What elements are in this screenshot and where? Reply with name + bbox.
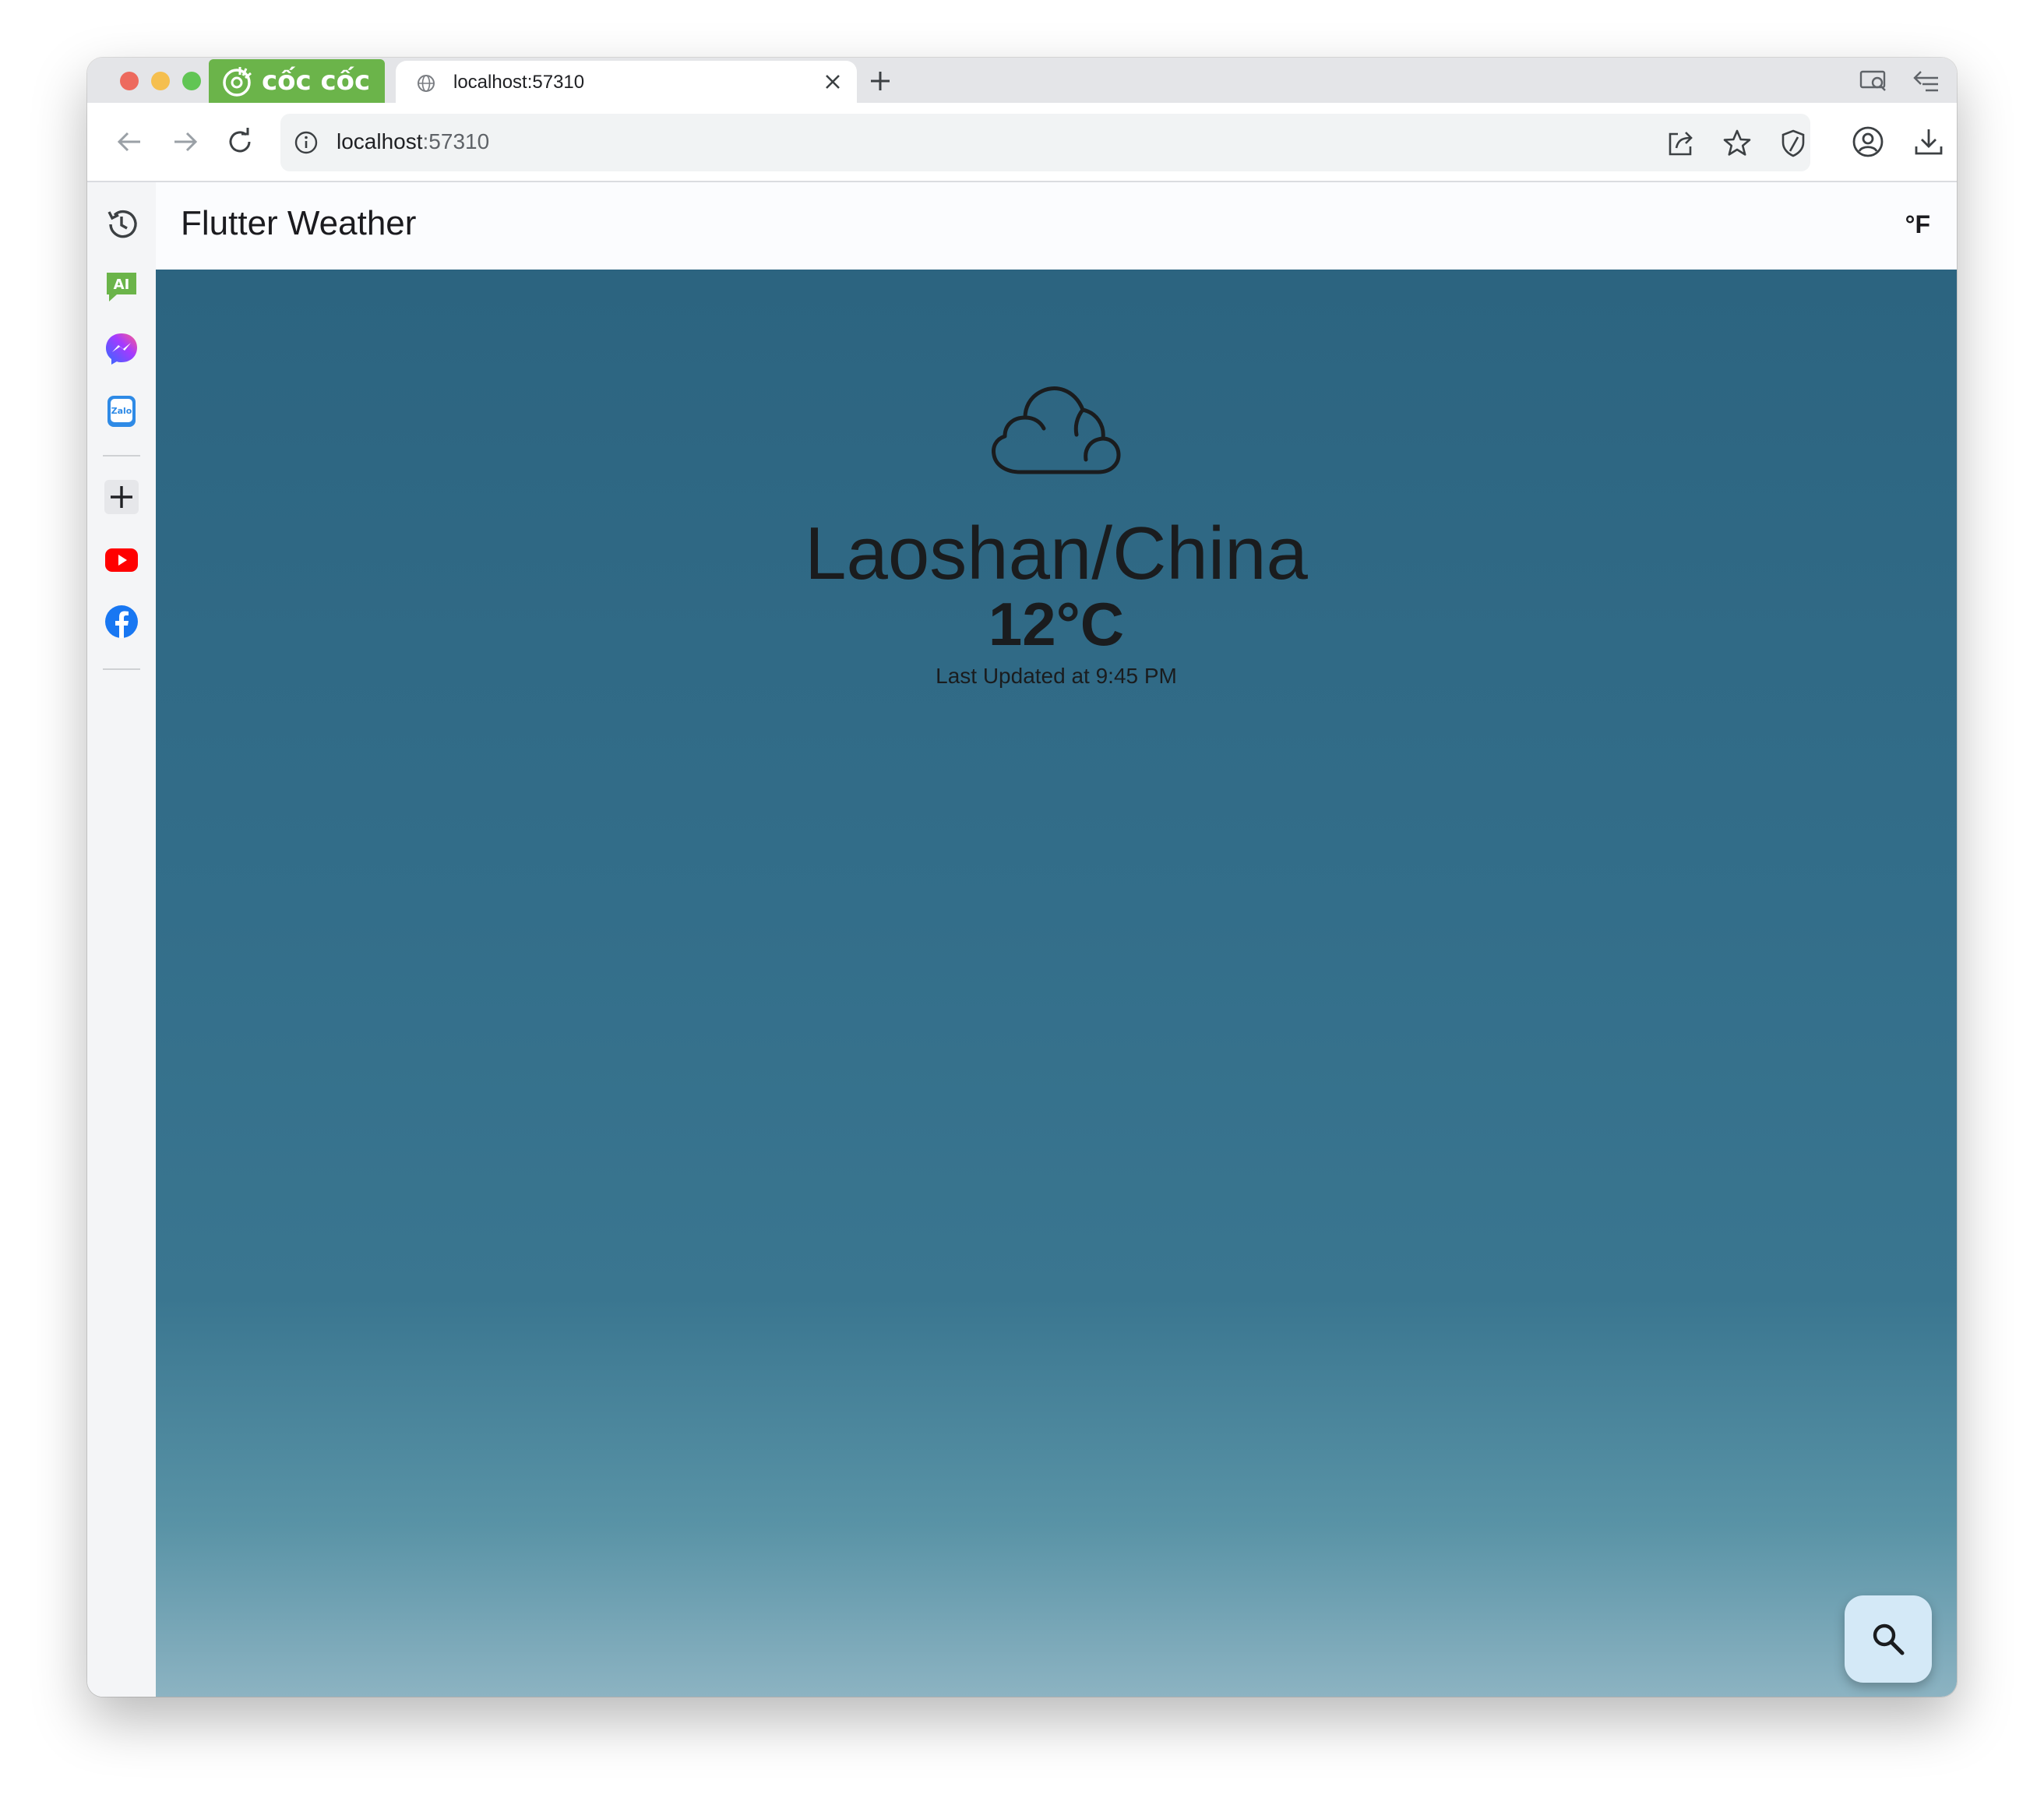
minimize-window-button[interactable] bbox=[151, 72, 170, 90]
tab-localhost[interactable]: localhost:57310 bbox=[396, 61, 857, 103]
coccoc-logo-icon bbox=[223, 67, 252, 97]
url-host: localhost bbox=[337, 129, 423, 153]
history-icon[interactable] bbox=[103, 206, 140, 243]
zalo-icon[interactable]: Zalo bbox=[103, 393, 140, 430]
sidebar-divider bbox=[103, 455, 140, 457]
youtube-icon[interactable] bbox=[103, 541, 140, 578]
app-title: Flutter Weather bbox=[181, 204, 417, 242]
search-icon bbox=[1873, 1623, 1905, 1655]
app-bar: Flutter Weather °F bbox=[156, 182, 1957, 270]
close-tab-icon[interactable] bbox=[821, 70, 844, 93]
flutter-weather-app: Flutter Weather °F Laoshan/China 12°C La… bbox=[156, 182, 1957, 1697]
brand-name: cốc cốc bbox=[262, 65, 371, 97]
globe-icon bbox=[418, 75, 435, 92]
search-city-button[interactable] bbox=[1845, 1595, 1932, 1683]
weather-content: Laoshan/China 12°C Last Updated at 9:45 … bbox=[156, 270, 1957, 1697]
profile-avatar-icon[interactable] bbox=[1851, 125, 1885, 159]
browser-window: cốc cốc localhost:57310 localhost:57310 … bbox=[87, 58, 1957, 1697]
svg-text:Zalo: Zalo bbox=[111, 406, 132, 416]
forward-arrow-icon[interactable] bbox=[170, 126, 201, 157]
url-port: :57310 bbox=[422, 129, 490, 153]
coccoc-brand-tab[interactable]: cốc cốc bbox=[209, 59, 385, 103]
add-shortcut-icon[interactable] bbox=[103, 478, 140, 516]
tab-search-icon[interactable] bbox=[1859, 67, 1890, 95]
svg-text:AI: AI bbox=[114, 277, 130, 293]
bookmark-star-icon[interactable] bbox=[1722, 128, 1753, 159]
temperature-unit-toggle[interactable]: °F bbox=[1905, 210, 1930, 239]
last-updated-text: Last Updated at 9:45 PM bbox=[936, 664, 1177, 688]
temperature-value: 12°C bbox=[988, 590, 1125, 658]
browser-sidebar: AI Zalo bbox=[87, 182, 157, 1697]
maximize-window-button[interactable] bbox=[182, 72, 201, 90]
download-icon[interactable] bbox=[1912, 125, 1946, 159]
messenger-icon[interactable] bbox=[103, 330, 140, 368]
share-icon[interactable] bbox=[1665, 128, 1697, 159]
reload-icon[interactable] bbox=[224, 126, 256, 157]
close-window-button[interactable] bbox=[120, 72, 139, 90]
address-bar[interactable]: localhost:57310 bbox=[280, 114, 1810, 171]
site-info-icon[interactable] bbox=[293, 129, 319, 156]
collapse-tabs-icon[interactable] bbox=[1910, 67, 1941, 95]
shield-icon[interactable] bbox=[1778, 128, 1809, 159]
sidebar-divider bbox=[103, 668, 140, 670]
browser-toolbar: localhost:57310 bbox=[87, 103, 1957, 182]
tab-title: localhost:57310 bbox=[453, 72, 585, 93]
url-text: localhost:57310 bbox=[337, 129, 489, 154]
new-tab-icon[interactable] bbox=[866, 67, 894, 95]
tab-bar: cốc cốc localhost:57310 bbox=[87, 58, 1957, 103]
cloud-icon bbox=[992, 386, 1121, 474]
facebook-icon[interactable] bbox=[103, 603, 140, 640]
ai-chat-icon[interactable]: AI bbox=[103, 268, 140, 305]
location-name: Laoshan/China bbox=[805, 512, 1308, 595]
back-arrow-icon[interactable] bbox=[114, 126, 145, 157]
